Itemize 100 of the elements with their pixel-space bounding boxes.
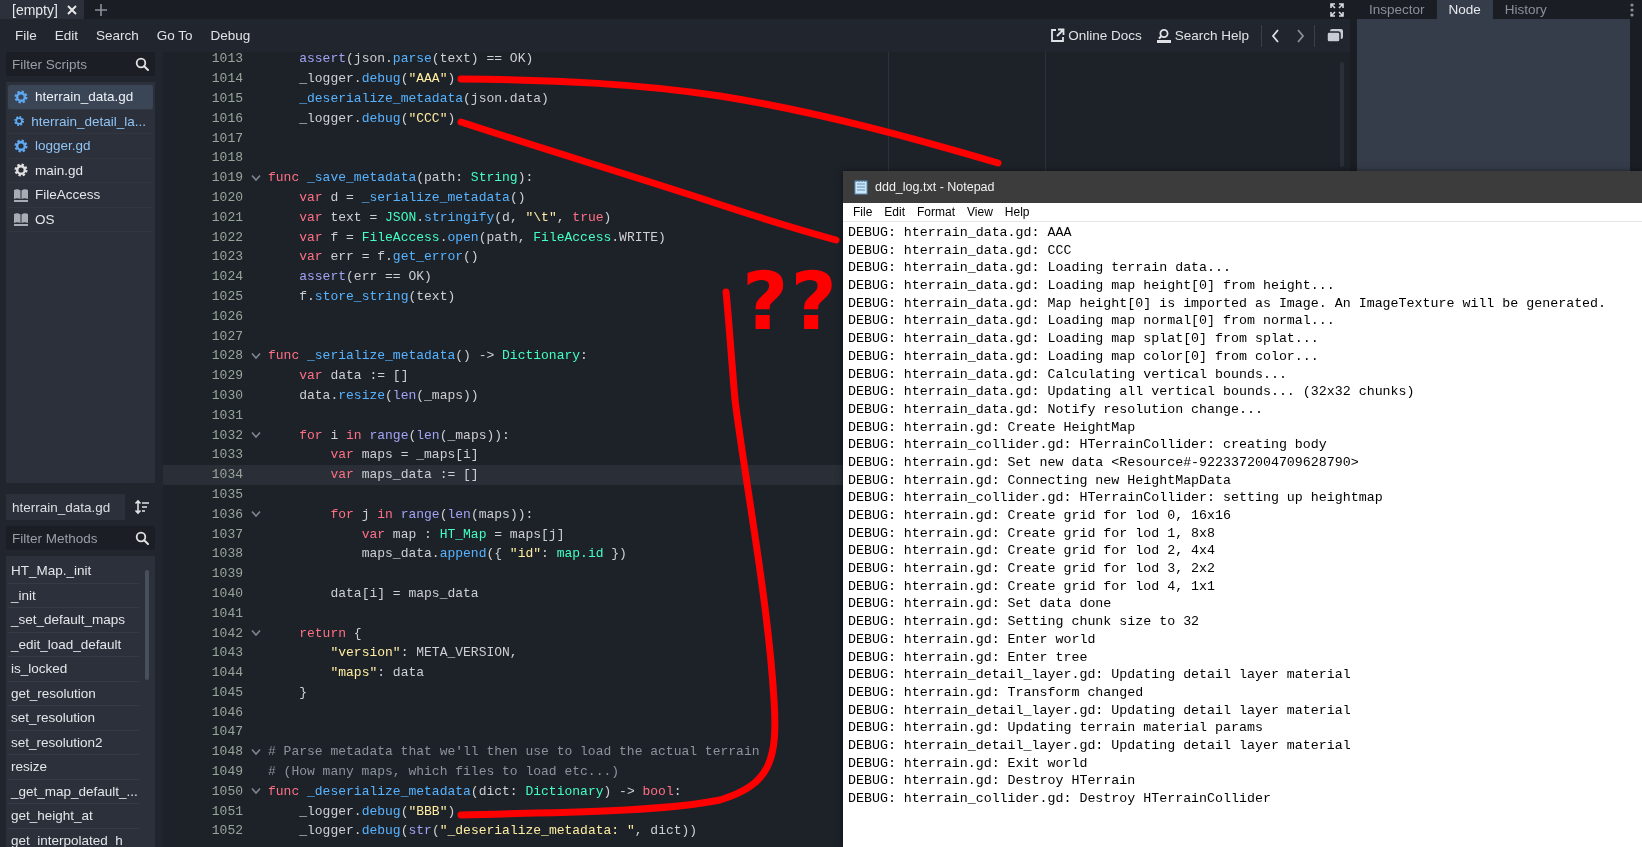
method-item[interactable]: _init xyxy=(8,583,139,608)
line-number: 1046 xyxy=(210,704,243,720)
filter-field[interactable]: Filter Scripts xyxy=(6,52,133,76)
method-item[interactable]: _get_map_default_... xyxy=(8,779,139,804)
script-item[interactable]: logger.gd xyxy=(8,134,153,159)
log-line: DEBUG: hterrain.gd: Exit world xyxy=(848,754,1089,773)
log-line: DEBUG: hterrain_detail_layer.gd: Updating detail layer material xyxy=(848,701,1352,720)
line-number: 1016 xyxy=(210,110,243,126)
line-number: 1024 xyxy=(210,269,243,285)
line-number: 1038 xyxy=(210,546,243,562)
maximize-icon[interactable] xyxy=(1330,2,1344,17)
menu-item[interactable]: Edit xyxy=(45,28,88,43)
code-line: _logger.debug("CCC") xyxy=(298,110,456,126)
method-item[interactable]: is_locked xyxy=(8,657,139,682)
menu-item[interactable]: Debug xyxy=(201,28,260,43)
line-number: 1043 xyxy=(210,645,243,661)
method-item[interactable]: get_height_at xyxy=(8,804,139,829)
method-item[interactable]: set_resolution xyxy=(8,706,139,731)
line-number: 1023 xyxy=(210,249,243,265)
line-number: 1039 xyxy=(210,566,243,582)
sort-icon xyxy=(134,499,150,515)
code-line: # Parse metadata that we'll then use to load the actual terrain xyxy=(268,744,760,760)
log-line: DEBUG: hterrain_data.gd: Map height[0] is imported as Image. An ImageTexture will be generated. xyxy=(848,294,1608,313)
line-number: 1014 xyxy=(210,71,243,87)
log-line: DEBUG: hterrain_data.gd: Loading map normal[0] from normal... xyxy=(848,312,1336,331)
line-number: 1026 xyxy=(210,308,243,324)
log-line: DEBUG: hterrain_data.gd: Loading map color[0] from color... xyxy=(848,347,1320,366)
line-number: 1028 xyxy=(210,348,243,364)
line-number: 1031 xyxy=(210,407,243,423)
method-item[interactable]: get_interpolated_h xyxy=(8,828,139,847)
line-number: 1015 xyxy=(210,91,243,106)
gear-icon xyxy=(13,162,29,179)
log-line: DEBUG: hterrain.gd: Enter tree xyxy=(848,648,1089,667)
line-number: 1045 xyxy=(210,684,243,700)
method-item[interactable]: HT_Map._init xyxy=(8,559,139,584)
log-line: DEBUG: hterrain_collider.gd: HTerrainCollider: creating body xyxy=(848,436,1328,454)
code-line: # (How many maps, which files to load etc...) xyxy=(268,764,620,780)
log-line: DEBUG: hterrain.gd: Set new data <Resource#-9223372004709628790> xyxy=(848,453,1360,472)
script-item[interactable]: hterrain_data.gd xyxy=(8,85,153,110)
code-line: var f = FileAccess.open(path, FileAccess.WRITE) xyxy=(298,229,666,245)
code-line: assert(json.parse(text) == OK) xyxy=(298,52,534,67)
menu-item[interactable]: Edit xyxy=(878,205,912,219)
menu-item[interactable]: View xyxy=(961,205,999,219)
log-line: DEBUG: hterrain_data.gd: Calculating vertical bounds... xyxy=(848,365,1288,384)
script-item[interactable]: main.gd xyxy=(8,158,153,183)
code-line: func _serialize_metadata() -> Dictionary: xyxy=(268,348,588,364)
dock-tab[interactable]: History xyxy=(1492,0,1559,19)
search-help-button[interactable]: Search Help xyxy=(1148,27,1256,44)
log-line: DEBUG: hterrain.gd: Create grid for lod 0, 16x16 xyxy=(848,507,1232,525)
scrollbar[interactable] xyxy=(145,570,149,680)
code-line: for j in range(len(maps)): xyxy=(329,506,534,522)
method-item[interactable]: resize xyxy=(8,755,139,780)
code-line: _logger.debug("AAA") xyxy=(298,71,456,87)
log-line: DEBUG: hterrain_detail_layer.gd: Updating detail layer material xyxy=(848,736,1352,755)
code-line: _logger.debug("BBB") xyxy=(298,803,456,819)
dock-tab[interactable]: Inspector xyxy=(1357,0,1437,19)
line-number: 1019 xyxy=(210,170,243,186)
log-line: DEBUG: hterrain_detail_layer.gd: Updating detail layer material xyxy=(848,666,1352,684)
code-line: maps_data.append({ "id": map.id }) xyxy=(360,546,627,562)
log-line: DEBUG: hterrain.gd: Connecting new HeightMapData xyxy=(848,471,1232,490)
line-number: 1013 xyxy=(210,52,243,67)
line-number: 1022 xyxy=(210,229,243,245)
add-icon[interactable] xyxy=(93,2,108,17)
code-line: _logger.debug(str("_deserialize_metadata: ", dict)) xyxy=(298,823,698,839)
method-item[interactable]: get_resolution xyxy=(8,681,139,706)
method-item[interactable]: _set_default_maps xyxy=(8,608,139,633)
menu-item[interactable]: File xyxy=(6,28,46,43)
menu-item[interactable]: Go To xyxy=(147,28,202,43)
line-number: 1051 xyxy=(210,803,243,819)
code-line: var maps = _maps[i] xyxy=(329,447,479,463)
script-item[interactable]: OS xyxy=(8,207,153,232)
log-line: DEBUG: hterrain.gd: Create grid for lod 3, 2x2 xyxy=(848,560,1217,578)
line-number: 1044 xyxy=(210,665,243,681)
filter-field[interactable]: Filter Methods xyxy=(6,526,133,550)
menu-item[interactable]: Format xyxy=(911,205,962,219)
script-item[interactable]: hterrain_detail_la... xyxy=(8,109,153,134)
question-marks: ?? xyxy=(742,262,839,342)
dock-tab[interactable]: Node xyxy=(1436,0,1493,19)
code-line: var map : HT_Map = maps[j] xyxy=(360,526,565,542)
online-docs-link[interactable]: Online Docs xyxy=(1043,28,1149,43)
log-line: DEBUG: hterrain_data.gd: Loading terrain data... xyxy=(848,259,1232,278)
search-icon xyxy=(133,526,155,550)
code-line: var err = f.get_error() xyxy=(298,249,479,265)
menu-item[interactable]: File xyxy=(847,205,879,219)
menu-item[interactable]: Help xyxy=(998,205,1036,219)
code-line: for i in range(len(_maps)): xyxy=(298,427,510,443)
more-icon[interactable] xyxy=(1630,2,1634,17)
log-line: DEBUG: hterrain_data.gd: Notify resolution change... xyxy=(848,400,1264,419)
line-number: 1035 xyxy=(210,486,243,502)
menu-item[interactable]: Search xyxy=(87,28,148,43)
log-line: DEBUG: hterrain.gd: Create grid for lod 1, 8x8 xyxy=(848,524,1217,543)
code-line: func _deserialize_metadata(dict: Dictionary) -> bool: xyxy=(268,783,682,799)
log-line: DEBUG: hterrain_data.gd: Loading map splat[0] from splat... xyxy=(848,330,1320,348)
method-item[interactable]: _edit_load_default xyxy=(8,632,139,657)
line-number: 1032 xyxy=(210,427,243,443)
window-layout-icon[interactable] xyxy=(1326,27,1344,44)
editor-tab[interactable]: [empty] xyxy=(0,0,84,19)
method-item[interactable]: set_resolution2 xyxy=(8,730,139,755)
close-icon[interactable] xyxy=(65,3,78,16)
script-item[interactable]: FileAccess xyxy=(8,183,153,208)
